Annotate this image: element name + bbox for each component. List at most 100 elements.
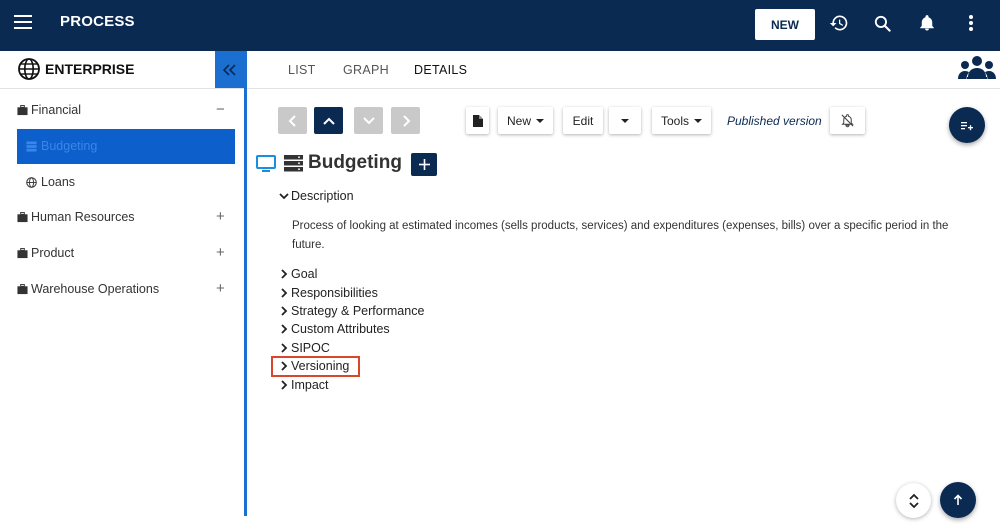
published-version-label: Published version [727, 114, 822, 128]
chevron-right-icon [281, 288, 288, 298]
chevron-down-icon [279, 193, 289, 200]
next-button[interactable] [391, 107, 420, 134]
tab-details[interactable]: DETAILS [414, 63, 467, 77]
app-title: PROCESS [60, 13, 135, 30]
double-chevron-left-icon [223, 63, 236, 76]
monitor-icon [256, 155, 276, 172]
section-description[interactable]: Description [278, 189, 354, 203]
add-to-list-button[interactable] [949, 107, 985, 143]
sidebar-item-warehouse-operations[interactable]: Warehouse Operations + [0, 279, 245, 301]
server-icon [26, 141, 37, 152]
chevron-right-icon [281, 269, 288, 279]
briefcase-icon [17, 284, 28, 295]
chevron-left-icon [288, 114, 296, 127]
document-icon [472, 114, 483, 127]
section-label: Goal [291, 267, 318, 281]
move-down-button[interactable] [354, 107, 383, 134]
caret-down-icon [694, 118, 702, 123]
new-button[interactable]: NEW [755, 9, 815, 40]
notifications-off-button[interactable] [830, 107, 865, 134]
view-tabs: LIST GRAPH DETAILS [247, 51, 1000, 89]
caret-down-icon [621, 118, 629, 123]
section-label: Description [291, 189, 354, 203]
section-sipoc[interactable]: SIPOC [278, 341, 330, 355]
playlist-add-icon [961, 122, 973, 131]
sidebar-item-loans[interactable]: Loans [0, 172, 245, 194]
previous-button[interactable] [278, 107, 307, 134]
chevron-right-icon [281, 324, 288, 334]
sidebar-title: ENTERPRISE [45, 61, 135, 77]
new-dropdown-label: New [506, 113, 531, 128]
section-label: Impact [291, 378, 329, 392]
section-impact[interactable]: Impact [278, 378, 329, 392]
bell-icon[interactable] [916, 12, 938, 34]
expand-toggle[interactable]: + [216, 244, 225, 261]
tab-list[interactable]: LIST [288, 63, 316, 77]
tools-dropdown-button[interactable]: Tools [652, 107, 711, 134]
section-goal[interactable]: Goal [278, 267, 317, 281]
sidebar-item-product[interactable]: Product + [0, 243, 245, 265]
menu-icon[interactable] [14, 13, 34, 31]
briefcase-icon [17, 105, 28, 116]
sidebar-item-budgeting[interactable]: Budgeting [17, 129, 235, 164]
chevron-right-icon [281, 306, 288, 316]
more-vertical-icon[interactable] [960, 12, 982, 34]
new-dropdown-button[interactable]: New [498, 107, 553, 134]
chevron-right-icon [402, 114, 410, 127]
people-group-icon[interactable] [958, 55, 996, 83]
collapse-toggle[interactable]: − [216, 101, 225, 118]
sidebar: ENTERPRISE Financial − Budgeting Loans H… [0, 51, 245, 531]
history-icon[interactable] [828, 12, 850, 34]
edit-label: Edit [572, 113, 594, 128]
bell-off-icon [841, 114, 854, 128]
edit-options-dropdown[interactable] [609, 107, 641, 134]
unfold-icon [908, 493, 919, 508]
sidebar-item-label: Financial [31, 103, 82, 117]
collapse-sidebar-button[interactable] [215, 51, 245, 88]
chevron-down-icon [362, 116, 375, 124]
plus-icon [418, 159, 430, 170]
expand-collapse-all-button[interactable] [896, 483, 931, 518]
sidebar-item-financial[interactable]: Financial − [0, 100, 245, 122]
sidebar-item-label: Budgeting [41, 139, 98, 153]
search-icon[interactable] [871, 12, 893, 34]
document-button[interactable] [466, 107, 489, 134]
section-label: Custom Attributes [291, 322, 390, 336]
active-tab-indicator [386, 35, 476, 37]
sidebar-item-label: Human Resources [31, 210, 135, 224]
sidebar-item-label: Product [31, 246, 75, 260]
globe-icon [26, 177, 37, 188]
tools-label: Tools [660, 113, 689, 128]
section-label: Responsibilities [291, 286, 378, 300]
description-text: Process of looking at estimated incomes … [292, 220, 949, 251]
chevron-right-icon [281, 343, 288, 353]
versioning-highlight-box [271, 356, 360, 377]
arrow-up-icon [953, 494, 963, 505]
tab-graph[interactable]: GRAPH [343, 63, 389, 77]
globe-icon [18, 58, 40, 80]
section-custom-attributes[interactable]: Custom Attributes [278, 322, 390, 336]
sidebar-divider[interactable] [244, 51, 247, 516]
briefcase-icon [17, 212, 28, 223]
sidebar-item-human-resources[interactable]: Human Resources + [0, 207, 245, 229]
sidebar-item-label: Loans [41, 175, 76, 189]
briefcase-icon [17, 248, 28, 259]
caret-down-icon [536, 118, 544, 123]
sidebar-header: ENTERPRISE [0, 51, 245, 89]
expand-toggle[interactable]: + [216, 280, 225, 297]
top-app-bar: PROCESS NEW [0, 0, 1000, 51]
edit-button[interactable]: Edit [563, 107, 603, 134]
scroll-to-top-button[interactable] [940, 482, 976, 518]
expand-toggle[interactable]: + [216, 208, 225, 225]
section-label: SIPOC [291, 341, 330, 355]
server-icon [284, 155, 303, 172]
chevron-right-icon [281, 380, 288, 390]
chevron-up-icon [322, 117, 335, 125]
section-strategy-performance[interactable]: Strategy & Performance [278, 304, 424, 318]
move-up-button[interactable] [314, 107, 343, 134]
sidebar-item-label: Warehouse Operations [31, 282, 160, 296]
section-label: Strategy & Performance [291, 304, 425, 318]
add-child-button[interactable] [411, 153, 437, 176]
page-title: Budgeting [308, 152, 402, 173]
section-responsibilities[interactable]: Responsibilities [278, 286, 378, 300]
